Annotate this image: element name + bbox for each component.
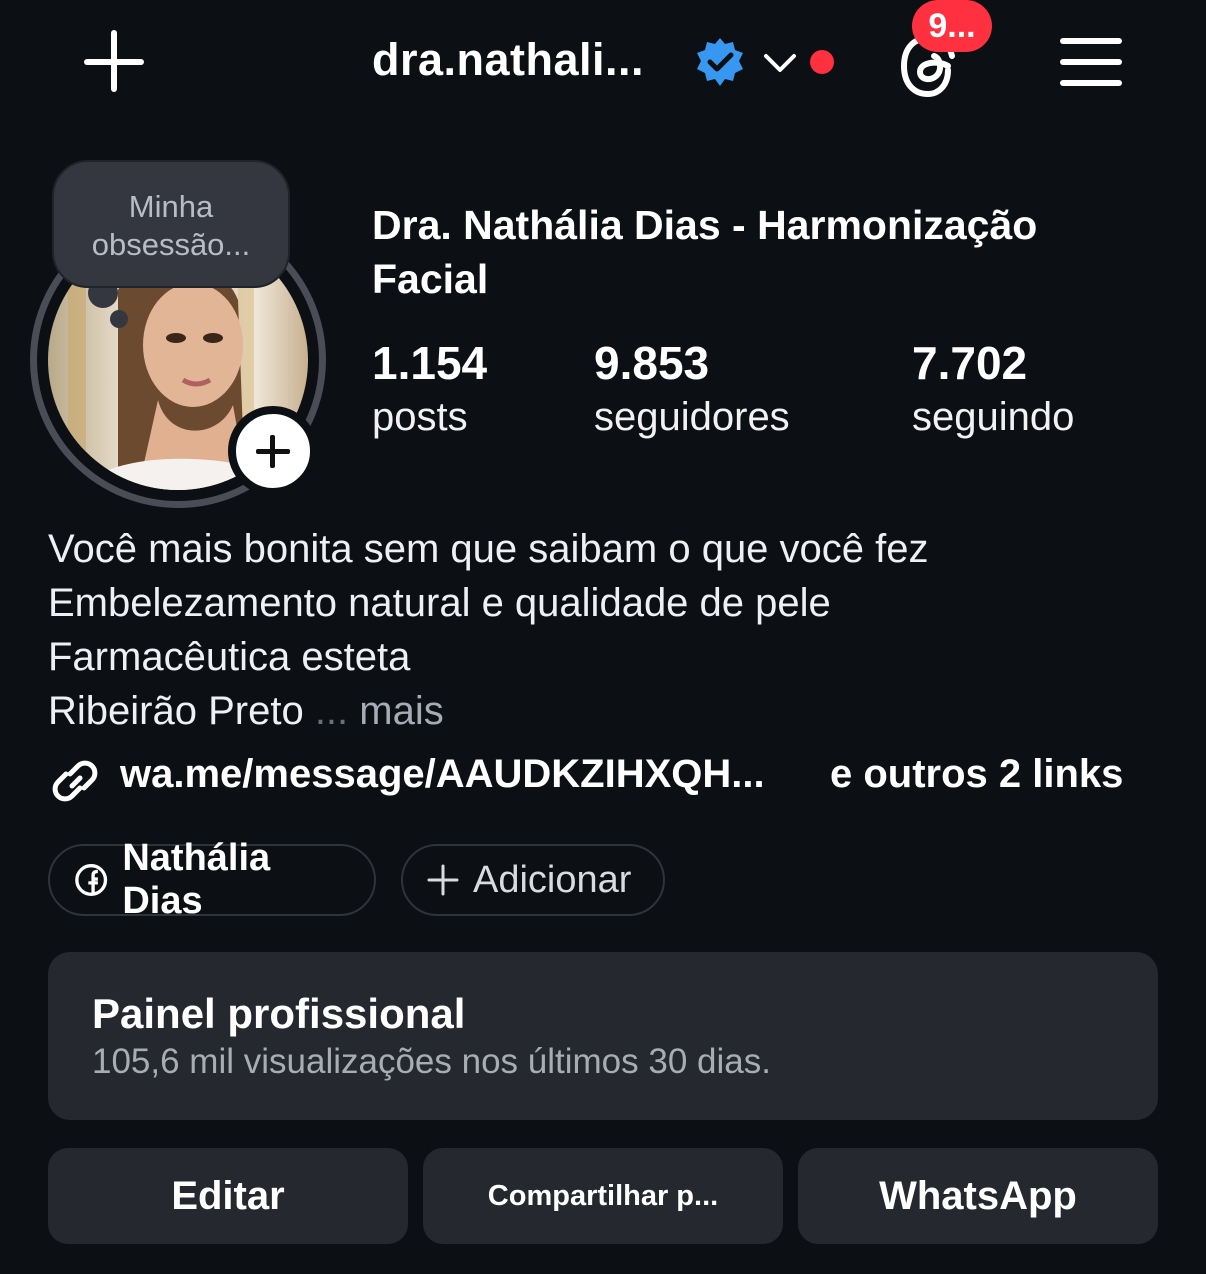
bio-ellipsis: ... [314,689,349,733]
professional-dashboard-title: Painel profissional [92,990,466,1037]
bio-line-last: Ribeirão Preto ... mais [48,684,1158,738]
threads-badge: 9... [912,0,992,52]
username[interactable]: dra.nathali... [372,34,644,86]
note-bubble-tail-small [110,310,128,328]
profile-link[interactable]: wa.me/message/AAUDKZIHXQH... [120,752,765,797]
add-chip[interactable]: Adicionar [401,844,665,916]
bio-line: Embelezamento natural e qualidade de pel… [48,581,831,625]
chevron-down-icon[interactable] [762,50,798,76]
stat-label: posts [372,395,468,439]
facebook-icon [75,864,108,896]
more-links[interactable]: e outros 2 links [830,752,1123,797]
stat-label: seguidores [594,395,790,439]
note-bubble[interactable]: Minha obsessão... [52,160,290,288]
link-icon [52,760,98,802]
edit-profile-button[interactable]: Editar [48,1148,408,1244]
bio-line: Você mais bonita sem que saibam o que vo… [48,527,929,571]
bio-more-link[interactable]: mais [359,689,443,733]
add-chip-label: Adicionar [473,858,632,901]
profile-full-name: Dra. Nathália Dias - Harmonização Facial [372,202,1038,302]
stat-value: 1.154 [372,337,488,389]
create-plus-icon[interactable] [80,28,148,96]
menu-icon[interactable] [1060,36,1124,88]
share-profile-button[interactable]: Compartilhar p... [423,1148,783,1244]
stat-following[interactable]: 7.702 seguindo [912,336,1074,444]
notification-dot [810,50,834,74]
whatsapp-button[interactable]: WhatsApp [798,1148,1158,1244]
stat-value: 7.702 [912,337,1028,389]
note-text: Minha obsessão... [91,189,251,262]
stat-posts[interactable]: 1.154 posts [372,336,487,444]
stat-followers[interactable]: 9.853 seguidores [594,336,790,444]
bio-line: Ribeirão Preto [48,689,304,733]
add-story-button[interactable] [228,406,318,496]
facebook-chip-label: Nathália Dias [122,837,271,922]
add-icon [427,864,459,896]
verified-icon [697,38,743,86]
stat-value: 9.853 [594,337,710,389]
stat-label: seguindo [912,395,1075,439]
professional-dashboard-subtitle: 105,6 mil visualizações nos últimos 30 d… [92,1042,771,1081]
facebook-chip[interactable]: Nathália Dias [48,837,376,922]
bio: Você mais bonita sem que saibam o que vo… [48,522,1158,738]
bio-line: Farmacêutica esteta [48,635,411,679]
